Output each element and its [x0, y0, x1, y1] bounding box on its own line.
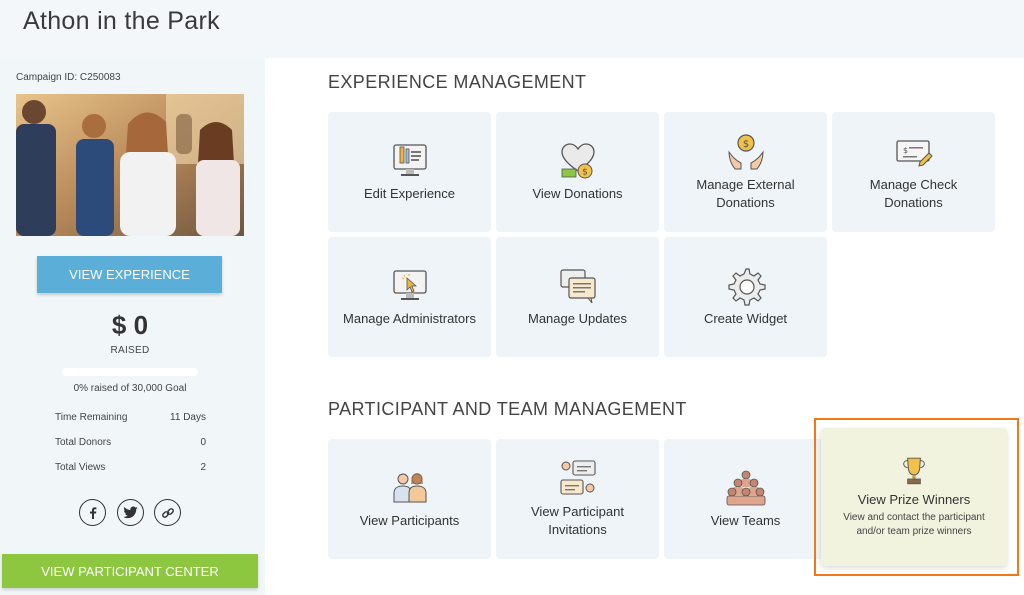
page-title: Athon in the Park [23, 7, 220, 35]
campaign-sidebar: Campaign ID: C250083 VIEW EXPERIENCE $ 0… [0, 58, 265, 595]
copy-link-button[interactable] [154, 499, 181, 526]
stat-label: Time Remaining [55, 412, 128, 423]
edit-experience-tile[interactable]: Edit Experience [328, 112, 491, 232]
stat-value: 11 Days [170, 412, 206, 423]
facebook-icon [89, 506, 96, 519]
link-icon [161, 507, 174, 518]
manage-administrators-tile[interactable]: Manage Administrators [328, 237, 491, 357]
tile-label: View Donations [532, 186, 623, 201]
stat-value: 2 [200, 462, 206, 473]
manage-updates-tile[interactable]: Manage Updates [496, 237, 659, 357]
stat-label: Total Donors [55, 437, 112, 448]
campaign-id: Campaign ID: C250083 [16, 72, 121, 83]
gear-icon [727, 268, 766, 306]
hands-coin-icon: $ [727, 134, 764, 170]
tile-label: Manage External Donations [696, 177, 795, 210]
view-participants-tile[interactable]: View Participants [328, 439, 491, 559]
stat-total-views: Total Views 2 [55, 462, 206, 473]
facebook-share-button[interactable] [79, 499, 106, 526]
tile-label: Edit Experience [363, 186, 456, 201]
tile-label: Manage Check Donations [869, 177, 958, 210]
invitation-chat-icon [559, 460, 596, 495]
tile-label: View Participant Invitations [531, 504, 624, 537]
heart-coin-icon: $ [560, 143, 595, 179]
manage-check-donations-tile[interactable]: $ Manage Check Donations [832, 112, 995, 232]
goal-text: 0% raised of 30,000 Goal [73, 383, 187, 394]
tile-label: View Prize Winners [857, 492, 971, 507]
twitter-share-button[interactable] [117, 499, 144, 526]
experience-management-title: EXPERIENCE MANAGEMENT [328, 72, 587, 92]
view-participant-center-button[interactable]: VIEW PARTICIPANT CENTER [2, 554, 258, 588]
view-experience-button[interactable]: VIEW EXPERIENCE [37, 256, 222, 293]
edit-screen-icon [392, 144, 427, 176]
team-group-icon [726, 470, 765, 506]
chat-bubbles-icon [559, 269, 596, 304]
svg-text:$: $ [742, 139, 748, 150]
stat-total-donors: Total Donors 0 [55, 437, 206, 448]
svg-text:$: $ [903, 146, 908, 155]
raised-amount: $ 0 [111, 310, 149, 340]
twitter-icon [123, 506, 138, 519]
view-teams-tile[interactable]: View Teams [664, 439, 827, 559]
campaign-photo [16, 94, 244, 236]
view-donations-tile[interactable]: $ View Donations [496, 112, 659, 232]
page-header: Athon in the Park [0, 0, 1024, 58]
manage-external-donations-tile[interactable]: $ Manage External Donations [664, 112, 827, 232]
tile-label: View Participants [359, 513, 460, 528]
view-participant-invitations-tile[interactable]: View Participant Invitations [496, 439, 659, 559]
create-widget-tile[interactable]: Create Widget [664, 237, 827, 357]
trophy-icon [903, 457, 925, 485]
tile-label: Manage Updates [527, 311, 627, 326]
stat-value: 0 [200, 437, 206, 448]
raised-label: RAISED [110, 345, 150, 356]
svg-text:$: $ [582, 168, 588, 178]
participant-team-management-title: PARTICIPANT AND TEAM MANAGEMENT [328, 399, 687, 419]
view-prize-winners-tile[interactable]: View Prize Winners View and contact the … [821, 428, 1007, 566]
tile-label: Create Widget [703, 311, 788, 326]
monitor-cursor-icon [392, 270, 427, 300]
check-pen-icon: $ [895, 140, 933, 167]
goal-progress-bar [62, 368, 198, 376]
tile-label: View Teams [710, 513, 781, 528]
people-icon [393, 473, 426, 503]
tile-description: View and contact the participant and/or … [843, 512, 985, 537]
stat-time-remaining: Time Remaining 11 Days [55, 412, 206, 423]
tile-label: Manage Administrators [343, 311, 476, 326]
stat-label: Total Views [55, 462, 106, 473]
